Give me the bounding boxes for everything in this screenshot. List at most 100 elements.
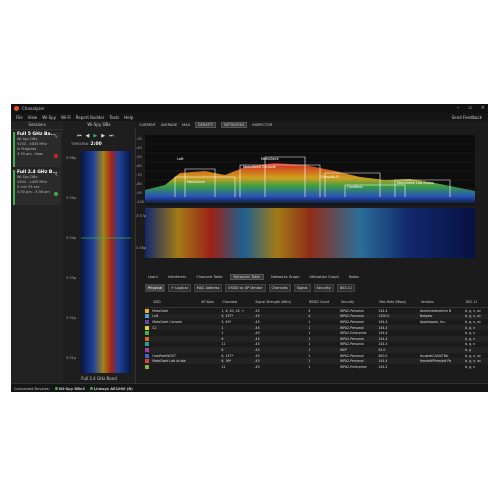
physical-toggle[interactable]: Physical xyxy=(145,283,166,292)
checkbox-icon[interactable] xyxy=(145,308,149,313)
col-channels[interactable]: Channels xyxy=(221,296,255,308)
device-2[interactable]: Linksys AE1000 (B) xyxy=(89,386,133,391)
checkbox-icon[interactable] xyxy=(145,319,149,324)
step-back-icon[interactable]: ◀ xyxy=(86,133,90,139)
col-security[interactable]: Security xyxy=(339,296,379,308)
table-row[interactable]: 11 -45 1 WPA2-Enterprise 144.4 b, g, n xyxy=(145,364,488,370)
timespan-control[interactable]: TIMESPAN 2:00 xyxy=(71,142,102,147)
tab-channels-table[interactable]: Channels Table xyxy=(193,275,225,279)
y-tick: -40 xyxy=(136,146,142,150)
tab-interferers[interactable]: Interferers xyxy=(165,275,189,279)
checkbox-icon[interactable] xyxy=(145,314,149,319)
checkbox-icon[interactable] xyxy=(145,353,149,358)
send-feedback-link[interactable]: Send Feedback xyxy=(452,115,482,120)
networks-toggle[interactable]: NETWORKS xyxy=(221,122,248,128)
skip-back-icon[interactable]: ⏮ xyxy=(77,133,82,139)
connected-devices-label: Connected Devices: xyxy=(14,386,50,391)
density-waterfall-horizontal[interactable] xyxy=(145,208,475,258)
network-label: MetaGeek Lab Arubo xyxy=(397,181,434,185)
menu-file[interactable]: File xyxy=(16,115,23,120)
mac-address-filter[interactable]: MAC Address xyxy=(193,283,223,292)
tab-networks-graph[interactable]: Networks Graph xyxy=(268,275,302,279)
checkbox-icon[interactable] xyxy=(145,364,149,369)
col-bssid-count[interactable]: BSSID Count xyxy=(308,296,340,308)
pencil-icon[interactable]: ✎ xyxy=(55,134,58,139)
cell-alias xyxy=(200,364,221,370)
playback-controls: ⏮ ◀ ▶ ▶ ⏭ xyxy=(77,133,114,139)
device-1[interactable]: Wi-Spy DBx3 xyxy=(54,386,85,391)
80211-filter[interactable]: 802.11 xyxy=(336,283,356,292)
step-forward-icon[interactable]: ▶ xyxy=(101,133,105,139)
y-tick: -100 xyxy=(136,200,144,204)
col-ap-alias[interactable]: AP Alias xyxy=(200,296,222,308)
menu-view[interactable]: View xyxy=(28,115,38,120)
filter-bar: Physical + Logical MAC Address ESSID or … xyxy=(145,283,488,292)
logical-toggle[interactable]: + Logical xyxy=(168,283,191,292)
play-icon[interactable]: ▶ xyxy=(93,133,97,139)
col-signal[interactable]: Signal Strength (dBm) xyxy=(254,296,309,308)
session-card-5ghz[interactable]: Full 5 GHz Ba... ✎ Wi-Spy DBx 5150 - 583… xyxy=(13,132,61,167)
y-tick: -80 xyxy=(136,182,142,186)
maximize-button[interactable]: ▫ xyxy=(468,105,471,111)
menu-wispy[interactable]: Wi-Spy xyxy=(42,115,56,120)
checkbox-icon[interactable] xyxy=(145,331,149,336)
menu-wifi[interactable]: Wi-Fi xyxy=(61,115,71,120)
col-max-rate[interactable]: Max Rate (Mbps) xyxy=(378,296,420,308)
col-vendors[interactable]: Vendors xyxy=(419,296,466,308)
waterfall-vertical[interactable] xyxy=(81,151,131,373)
recording-dot-icon xyxy=(54,154,58,158)
density-spectrum-graph[interactable] xyxy=(145,135,475,205)
tab-utilization-graph[interactable]: Utilization Graph xyxy=(306,275,341,279)
signal-filter[interactable]: Signal xyxy=(293,283,311,292)
max-toggle[interactable]: MAX xyxy=(182,123,190,127)
chanalyzer-window: Chanalyzer – ▫ × File View Wi-Spy Wi-Fi … xyxy=(11,104,488,392)
checkbox-icon[interactable] xyxy=(145,347,149,352)
y-tick: -90 xyxy=(136,191,142,195)
menu-bar: File View Wi-Spy Wi-Fi Report Builder To… xyxy=(11,113,488,121)
average-toggle[interactable]: AVERAGE xyxy=(161,123,177,127)
tab-networks-table[interactable]: Networks Table xyxy=(229,274,265,280)
security-filter[interactable]: Security xyxy=(313,283,334,292)
checkbox-icon[interactable] xyxy=(145,336,149,341)
close-button[interactable]: × xyxy=(481,105,485,111)
essid-vendor-filter[interactable]: ESSID or AP Vendor xyxy=(225,283,266,292)
density-toggle[interactable]: DENSITY xyxy=(194,122,217,128)
menu-tools[interactable]: Tools xyxy=(109,115,119,120)
time-label: 3:36p xyxy=(136,246,147,250)
col-check[interactable] xyxy=(145,296,153,308)
view-toolbar: CURRENT AVERAGE MAX DENSITY NETWORKS INS… xyxy=(135,121,488,129)
minimize-button[interactable]: – xyxy=(457,105,460,111)
current-toggle[interactable]: CURRENT xyxy=(139,123,156,127)
time-label: 3:35p xyxy=(66,196,77,200)
menu-help[interactable]: Help xyxy=(124,115,133,120)
checkbox-icon[interactable] xyxy=(145,342,149,347)
tab-notes[interactable]: Notes xyxy=(346,275,362,279)
pencil-icon[interactable]: ✎ xyxy=(55,172,58,177)
connected-dot-icon xyxy=(89,386,93,390)
col-ssid[interactable]: SSID xyxy=(152,296,201,308)
tab-learn[interactable]: Learn xyxy=(145,275,161,279)
device-2-label: Linksys AE1000 (B) xyxy=(93,386,133,391)
wispy-panel: Wi-Spy DBx ⏮ ◀ ▶ ▶ ⏭ TIMESPAN 2:00 3:36p… xyxy=(63,121,136,383)
network-label: MetaGeek xyxy=(187,180,205,184)
network-label: MetaGeek xyxy=(261,157,279,161)
status-bar: Connected Devices: Wi-Spy DBx3 Linksys A… xyxy=(11,383,488,392)
title-bar: Chanalyzer – ▫ × xyxy=(11,104,488,113)
app-logo-icon xyxy=(14,106,19,111)
y-tick: -50 xyxy=(136,155,142,159)
time-label: 3:32p xyxy=(66,316,77,320)
session-card-24ghz[interactable]: Full 2.4 GHz B... ✎ Wi-Spy DBx 2400 - 24… xyxy=(13,170,61,205)
time-label: 3:33p xyxy=(66,276,77,280)
checkbox-icon[interactable] xyxy=(145,359,149,364)
menu-report-builder[interactable]: Report Builder xyxy=(76,115,105,120)
skip-forward-icon[interactable]: ⏭ xyxy=(109,133,114,139)
channels-filter[interactable]: Channels xyxy=(268,283,291,292)
inspector-toggle[interactable]: INSPECTOR xyxy=(252,123,272,127)
timespan-label: TIMESPAN xyxy=(71,142,89,146)
col-80211[interactable]: 802.11 xyxy=(465,296,488,308)
cell-bssid-count: 1 xyxy=(308,364,311,369)
networks-table: SSID AP Alias Channels Signal Strength (… xyxy=(145,296,488,370)
checkbox-icon[interactable] xyxy=(145,325,149,330)
time-label: 3:34p xyxy=(66,236,77,240)
network-label: Loft xyxy=(177,157,184,161)
